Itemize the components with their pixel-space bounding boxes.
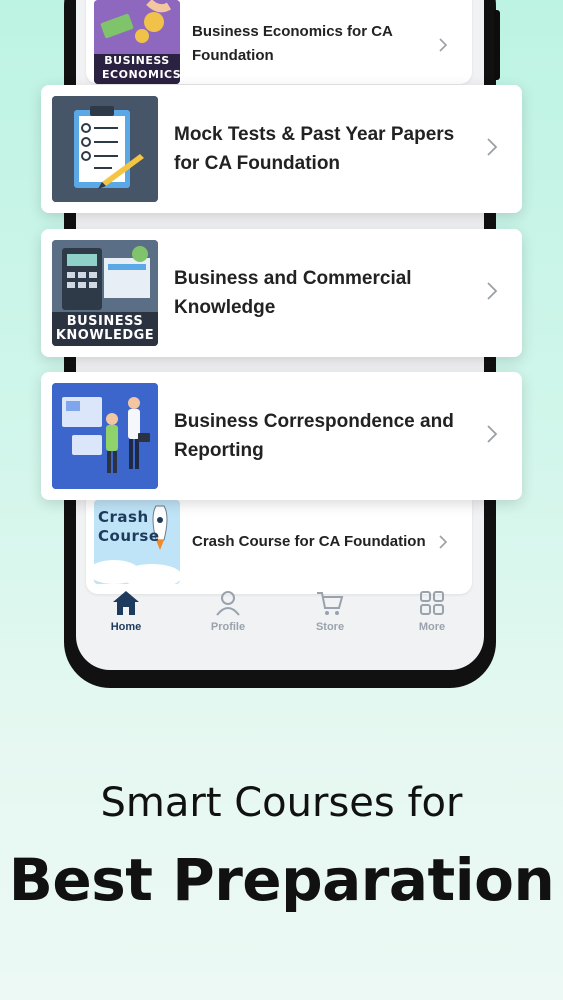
course-title: Business Correspondence and Reporting: [174, 411, 454, 461]
mock-tests-thumbnail: [52, 96, 158, 202]
nav-item-profile[interactable]: Profile: [188, 590, 268, 633]
thumbnail-text: Crash Course: [98, 508, 160, 545]
bottom-navigation: Home Profile Store More: [76, 590, 484, 650]
nav-label: Home: [110, 621, 142, 633]
nav-item-store[interactable]: Store: [290, 590, 370, 633]
thumbnail-text: BUSINESS ECONOMICS: [102, 54, 180, 81]
tagline-line-2: Best Preparation: [8, 846, 555, 914]
course-card-business-correspondence[interactable]: Business Correspondence and Reporting: [41, 372, 522, 500]
home-icon: [113, 591, 139, 615]
course-title: Business Economics for CA Foundation: [192, 23, 393, 64]
nav-label: More: [418, 621, 446, 633]
thumbnail-text: BUSINESS KNOWLEDGE: [55, 314, 155, 343]
course-title: Crash Course for CA Foundation: [192, 533, 426, 550]
chevron-right-icon: [487, 425, 498, 443]
tagline-line-1: Smart Courses for: [100, 780, 463, 826]
business-knowledge-thumbnail: BUSINESS KNOWLEDGE: [52, 240, 158, 346]
course-card-crash-course[interactable]: Crash Course Crash Course for CA Foundat…: [86, 490, 472, 594]
nav-label: Profile: [210, 621, 246, 633]
clipboard-illustration: [52, 96, 158, 202]
business-correspondence-thumbnail: [52, 383, 158, 489]
chevron-right-icon: [439, 535, 448, 549]
chevron-right-icon: [487, 138, 498, 156]
business-economics-thumbnail: BUSINESS ECONOMICS: [94, 0, 180, 84]
nav-label: Store: [315, 621, 345, 633]
crash-course-thumbnail: Crash Course: [94, 500, 180, 584]
cart-icon: [317, 592, 344, 615]
chevron-right-icon: [487, 282, 498, 300]
profile-icon: [216, 591, 240, 616]
phone-side-button: [494, 10, 500, 80]
course-card-business-economics[interactable]: BUSINESS ECONOMICS Business Economics fo…: [86, 0, 472, 84]
grid-icon: [420, 591, 444, 615]
presentation-illustration: [52, 383, 158, 489]
course-title: Business and Commercial Knowledge: [174, 268, 412, 318]
course-card-mock-tests[interactable]: Mock Tests & Past Year Papers for CA Fou…: [41, 85, 522, 213]
course-title: Mock Tests & Past Year Papers for CA Fou…: [174, 124, 455, 174]
nav-item-more[interactable]: More: [392, 590, 472, 633]
course-card-business-commercial-knowledge[interactable]: BUSINESS KNOWLEDGE Business and Commerci…: [41, 229, 522, 357]
chevron-right-icon: [439, 38, 448, 52]
nav-item-home[interactable]: Home: [86, 590, 166, 633]
